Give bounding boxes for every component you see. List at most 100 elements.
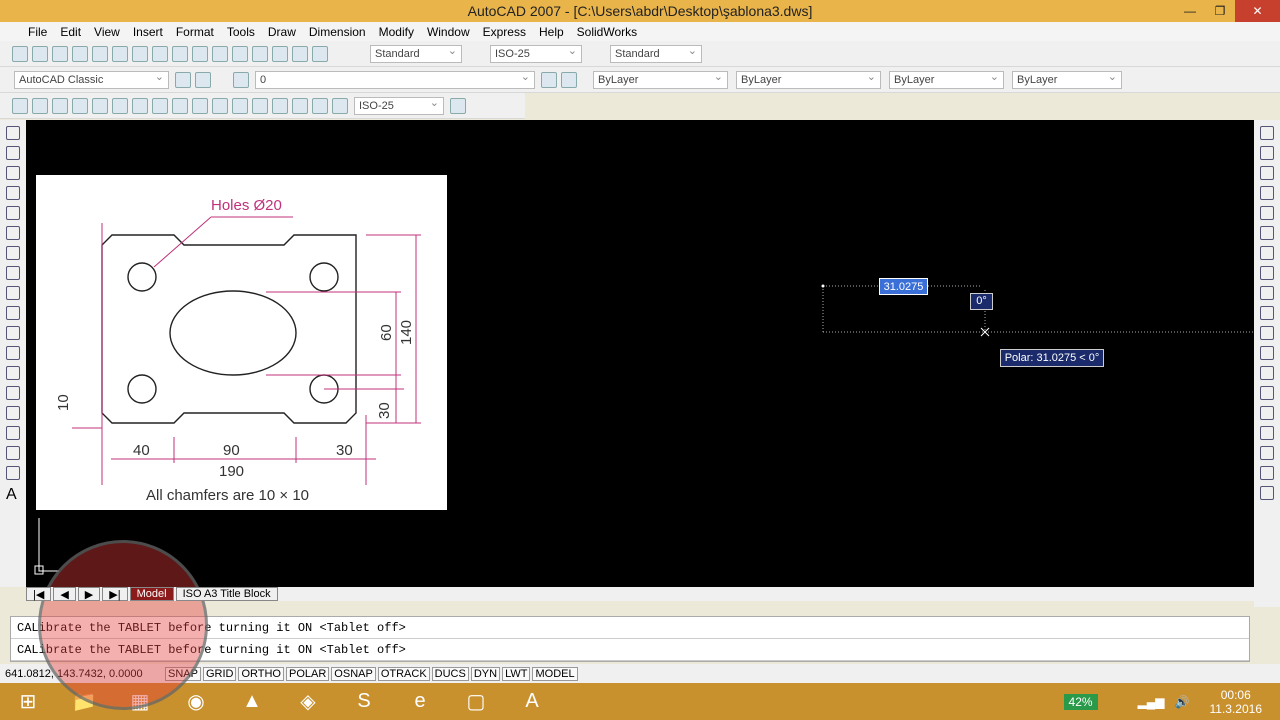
join-icon[interactable] (1260, 366, 1274, 380)
autocad-icon[interactable]: A (504, 683, 560, 720)
redo-icon[interactable] (212, 45, 228, 62)
print-icon[interactable] (72, 45, 88, 62)
polyline-icon[interactable] (6, 166, 20, 180)
minimize-button[interactable]: — (1175, 0, 1205, 22)
break-icon[interactable] (1260, 346, 1274, 360)
mtext-icon[interactable]: A (6, 486, 26, 504)
jogged-icon[interactable] (112, 97, 128, 114)
tab-nav-next[interactable]: ▶ (77, 587, 101, 601)
app2-icon[interactable]: ◈ (280, 683, 336, 720)
clock-time[interactable]: 00:06 (1210, 688, 1263, 702)
scale-icon[interactable] (1260, 266, 1274, 280)
dim-edit-icon[interactable] (292, 97, 308, 114)
layer-select[interactable]: 0 (255, 69, 535, 89)
offset-icon[interactable] (1260, 186, 1274, 200)
ie-icon[interactable]: e (392, 683, 448, 720)
network-icon[interactable]: ▂▄▆ (1138, 695, 1165, 709)
dim-update-icon[interactable] (332, 97, 348, 114)
workspace-select[interactable]: AutoCAD Classic (14, 69, 169, 89)
menu-window[interactable]: Window (427, 25, 470, 39)
lwt-toggle[interactable]: LWT (502, 666, 531, 681)
polar-toggle[interactable]: POLAR (286, 666, 330, 681)
dyn-toggle[interactable]: DYN (470, 666, 501, 681)
tab-iso-a3[interactable]: ISO A3 Title Block (175, 587, 278, 601)
menu-solidworks[interactable]: SolidWorks (577, 25, 637, 39)
preview-icon[interactable] (92, 45, 108, 62)
center-mark-icon[interactable] (272, 97, 288, 114)
ordinate-icon[interactable] (72, 97, 88, 114)
dim-style-icon[interactable] (450, 97, 466, 114)
menu-help[interactable]: Help (539, 25, 564, 39)
circle-icon[interactable] (6, 246, 20, 260)
tab-model[interactable]: Model (129, 587, 174, 601)
linear-dim-icon[interactable] (12, 97, 28, 114)
diameter-icon[interactable] (132, 97, 148, 114)
fillet-icon[interactable] (1260, 406, 1274, 420)
layer-manager-icon[interactable] (233, 71, 249, 88)
tab-nav-prev[interactable]: ◀ (53, 587, 76, 601)
skype-icon[interactable]: S (336, 683, 392, 720)
chat-icon[interactable]: ▢ (448, 683, 504, 720)
publish-icon[interactable] (112, 45, 128, 62)
color-select[interactable]: ByLayer (593, 69, 728, 89)
arc-length-icon[interactable] (52, 97, 68, 114)
tolerance-icon[interactable] (252, 97, 268, 114)
dim-style-select-2[interactable]: ISO-25 (354, 95, 444, 115)
point-icon[interactable] (6, 386, 20, 400)
help-icon[interactable] (312, 45, 328, 62)
restore-button[interactable]: ❐ (1205, 0, 1235, 22)
model-toggle[interactable]: MODEL (532, 666, 578, 681)
table-style-select[interactable]: Standard (610, 43, 702, 63)
otrack-toggle[interactable]: OTRACK (377, 666, 430, 681)
polygon-icon[interactable] (6, 186, 20, 200)
layer-current-icon[interactable] (541, 71, 557, 88)
tab-nav-last[interactable]: ▶| (102, 587, 128, 601)
ellipse-icon[interactable] (6, 306, 20, 320)
clock-date[interactable]: 11.3.2016 (1210, 702, 1263, 716)
dim-text-edit-icon[interactable] (312, 97, 328, 114)
zoom-icon[interactable] (252, 45, 268, 62)
command-window[interactable]: CALibrate the TABLET before turning it O… (10, 616, 1250, 662)
menu-format[interactable]: Format (176, 25, 214, 39)
launcher-icon[interactable]: ▲ (224, 683, 280, 720)
save-icon[interactable] (52, 45, 68, 62)
extend-icon[interactable] (1260, 326, 1274, 340)
new-icon[interactable] (12, 45, 28, 62)
text-style-select[interactable]: Standard (370, 43, 462, 63)
ducs-toggle[interactable]: DUCS (431, 666, 469, 681)
move-icon[interactable] (1260, 226, 1274, 240)
draworder-icon[interactable] (1260, 446, 1274, 460)
table-icon[interactable] (6, 466, 20, 480)
trim-icon[interactable] (1260, 306, 1274, 320)
tab-nav-first[interactable]: |◀ (26, 587, 52, 601)
radius-icon[interactable] (92, 97, 108, 114)
volume-icon[interactable]: 🔊 (1175, 695, 1190, 709)
cut-icon[interactable] (132, 45, 148, 62)
insert-block-icon[interactable] (6, 346, 20, 360)
aligned-dim-icon[interactable] (32, 97, 48, 114)
ortho-toggle[interactable]: ORTHO (238, 666, 284, 681)
region-icon[interactable] (6, 446, 20, 460)
menu-express[interactable]: Express (483, 25, 526, 39)
osnap-toggle[interactable]: OSNAP (331, 666, 376, 681)
workspace-settings-icon[interactable] (175, 71, 191, 88)
dynamic-angle-input[interactable]: 0° (970, 293, 993, 310)
stretch-icon[interactable] (1260, 286, 1274, 300)
menu-file[interactable]: File (28, 25, 47, 39)
grid-toggle[interactable]: GRID (202, 666, 237, 681)
chamfer-icon[interactable] (1260, 386, 1274, 400)
linetype-select[interactable]: ByLayer (736, 69, 881, 89)
cloud-icon[interactable] (6, 266, 20, 280)
explode-icon[interactable] (1260, 426, 1274, 440)
spline-icon[interactable] (6, 286, 20, 300)
array-icon[interactable] (1260, 206, 1274, 220)
gradient-icon[interactable] (6, 426, 20, 440)
plotstyle-select[interactable]: ByLayer (1012, 69, 1122, 89)
copy-icon[interactable] (152, 45, 168, 62)
menu-draw[interactable]: Draw (268, 25, 296, 39)
make-block-icon[interactable] (6, 366, 20, 380)
mirror-icon[interactable] (1260, 166, 1274, 180)
layer-previous-icon[interactable] (561, 71, 577, 88)
erase-icon[interactable] (1260, 126, 1274, 140)
dynamic-distance-input[interactable]: 31.0275 (879, 278, 928, 295)
